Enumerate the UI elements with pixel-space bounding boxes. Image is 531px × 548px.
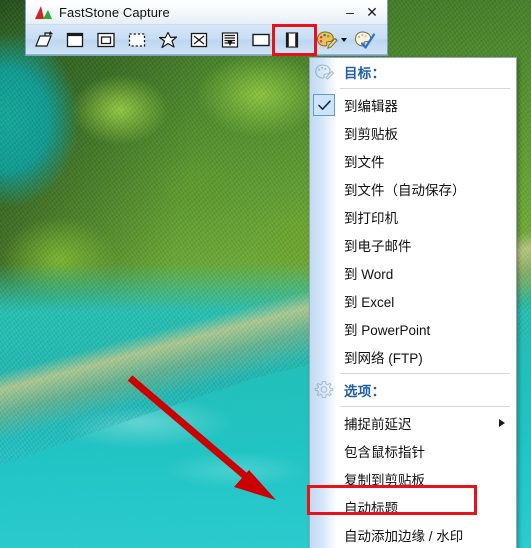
menu-item-label: 到 Word bbox=[344, 267, 394, 282]
submenu-arrow-icon bbox=[499, 419, 505, 427]
menu-item-auto-edge-watermark[interactable]: 自动添加边缘 / 水印 bbox=[310, 521, 516, 548]
check-icon bbox=[317, 99, 331, 110]
app-title: FastStone Capture bbox=[59, 4, 170, 20]
toolbar bbox=[26, 25, 387, 55]
menu-item-to-printer[interactable]: 到打印机 bbox=[310, 203, 516, 231]
capture-rectangular-region-icon[interactable] bbox=[93, 28, 119, 52]
menu-item-label: 到文件（自动保存） bbox=[344, 183, 466, 198]
capture-active-window-icon[interactable] bbox=[31, 28, 57, 52]
capture-fixed-region-icon[interactable] bbox=[217, 28, 243, 52]
menu-item-to-file[interactable]: 到文件 bbox=[310, 147, 516, 175]
menu-item-capture-delay[interactable]: 捕捉前延迟 bbox=[310, 409, 516, 437]
menu-item-label: 到 PowerPoint bbox=[344, 323, 431, 338]
screenshot-root: FastStone Capture – ✕ 目标： 到编辑器 到剪贴板 到文件 … bbox=[0, 0, 531, 548]
menu-header-destination-label: 目标： bbox=[344, 66, 386, 81]
menu-item-to-excel[interactable]: 到 Excel bbox=[310, 287, 516, 315]
close-button[interactable]: ✕ bbox=[361, 2, 383, 22]
menu-item-label: 捕捉前延迟 bbox=[344, 417, 412, 432]
menu-item-to-clipboard[interactable]: 到剪贴板 bbox=[310, 119, 516, 147]
menu-separator bbox=[340, 373, 510, 374]
capture-scrolling-window-icon[interactable] bbox=[186, 28, 212, 52]
menu-item-label: 复制到剪贴板 bbox=[344, 473, 425, 488]
menu-item-copy-to-clipboard[interactable]: 复制到剪贴板 bbox=[310, 465, 516, 493]
menu-separator bbox=[340, 88, 510, 89]
gear-icon bbox=[314, 380, 334, 399]
menu-item-label: 自动添加边缘 / 水印 bbox=[344, 529, 464, 544]
output-destination-dropdown[interactable] bbox=[310, 30, 352, 50]
checked-indicator bbox=[313, 94, 335, 116]
menu-item-to-powerpoint[interactable]: 到 PowerPoint bbox=[310, 315, 516, 343]
menu-item-auto-caption[interactable]: 自动标题 bbox=[310, 493, 516, 521]
chevron-down-icon bbox=[340, 37, 347, 42]
palette-pencil-icon bbox=[315, 64, 334, 80]
menu-item-label: 到网络 (FTP) bbox=[344, 351, 423, 366]
capture-fullscreen-icon[interactable] bbox=[155, 28, 181, 52]
menu-item-label: 到电子邮件 bbox=[344, 239, 412, 254]
menu-item-label: 到剪贴板 bbox=[344, 127, 398, 142]
minimize-button[interactable]: – bbox=[339, 2, 361, 22]
menu-item-to-file-autosave[interactable]: 到文件（自动保存） bbox=[310, 175, 516, 203]
menu-header-options: 选项： bbox=[310, 376, 516, 404]
menu-item-to-word[interactable]: 到 Word bbox=[310, 259, 516, 287]
capture-freehand-region-icon[interactable] bbox=[124, 28, 150, 52]
menu-item-label: 包含鼠标指针 bbox=[344, 445, 425, 460]
capture-fixed-size-icon[interactable] bbox=[248, 28, 274, 52]
menu-item-label: 到打印机 bbox=[344, 211, 398, 226]
output-destination-menu: 目标： 到编辑器 到剪贴板 到文件 到文件（自动保存） 到打印机 到电子邮件 到… bbox=[309, 57, 517, 548]
menu-item-to-ftp[interactable]: 到网络 (FTP) bbox=[310, 343, 516, 371]
faststone-logo-icon bbox=[35, 5, 52, 19]
menu-item-to-email[interactable]: 到电子邮件 bbox=[310, 231, 516, 259]
palette-check-icon bbox=[354, 30, 376, 49]
app-window: FastStone Capture – ✕ bbox=[25, 0, 388, 56]
menu-separator bbox=[340, 406, 510, 407]
menu-item-label: 到 Excel bbox=[344, 295, 395, 310]
menu-item-to-editor[interactable]: 到编辑器 bbox=[310, 91, 516, 119]
screen-recorder-icon[interactable] bbox=[279, 28, 305, 52]
settings-icon[interactable] bbox=[352, 28, 378, 52]
capture-window-object-icon[interactable] bbox=[62, 28, 88, 52]
palette-pencil-icon bbox=[316, 30, 338, 49]
menu-item-label: 到编辑器 bbox=[344, 99, 398, 114]
menu-header-destination: 目标： bbox=[310, 58, 516, 86]
title-bar: FastStone Capture – ✕ bbox=[26, 0, 387, 25]
menu-header-options-label: 选项： bbox=[344, 384, 386, 399]
menu-item-include-cursor[interactable]: 包含鼠标指针 bbox=[310, 437, 516, 465]
menu-item-label: 自动标题 bbox=[344, 501, 398, 516]
menu-item-label: 到文件 bbox=[344, 155, 385, 170]
